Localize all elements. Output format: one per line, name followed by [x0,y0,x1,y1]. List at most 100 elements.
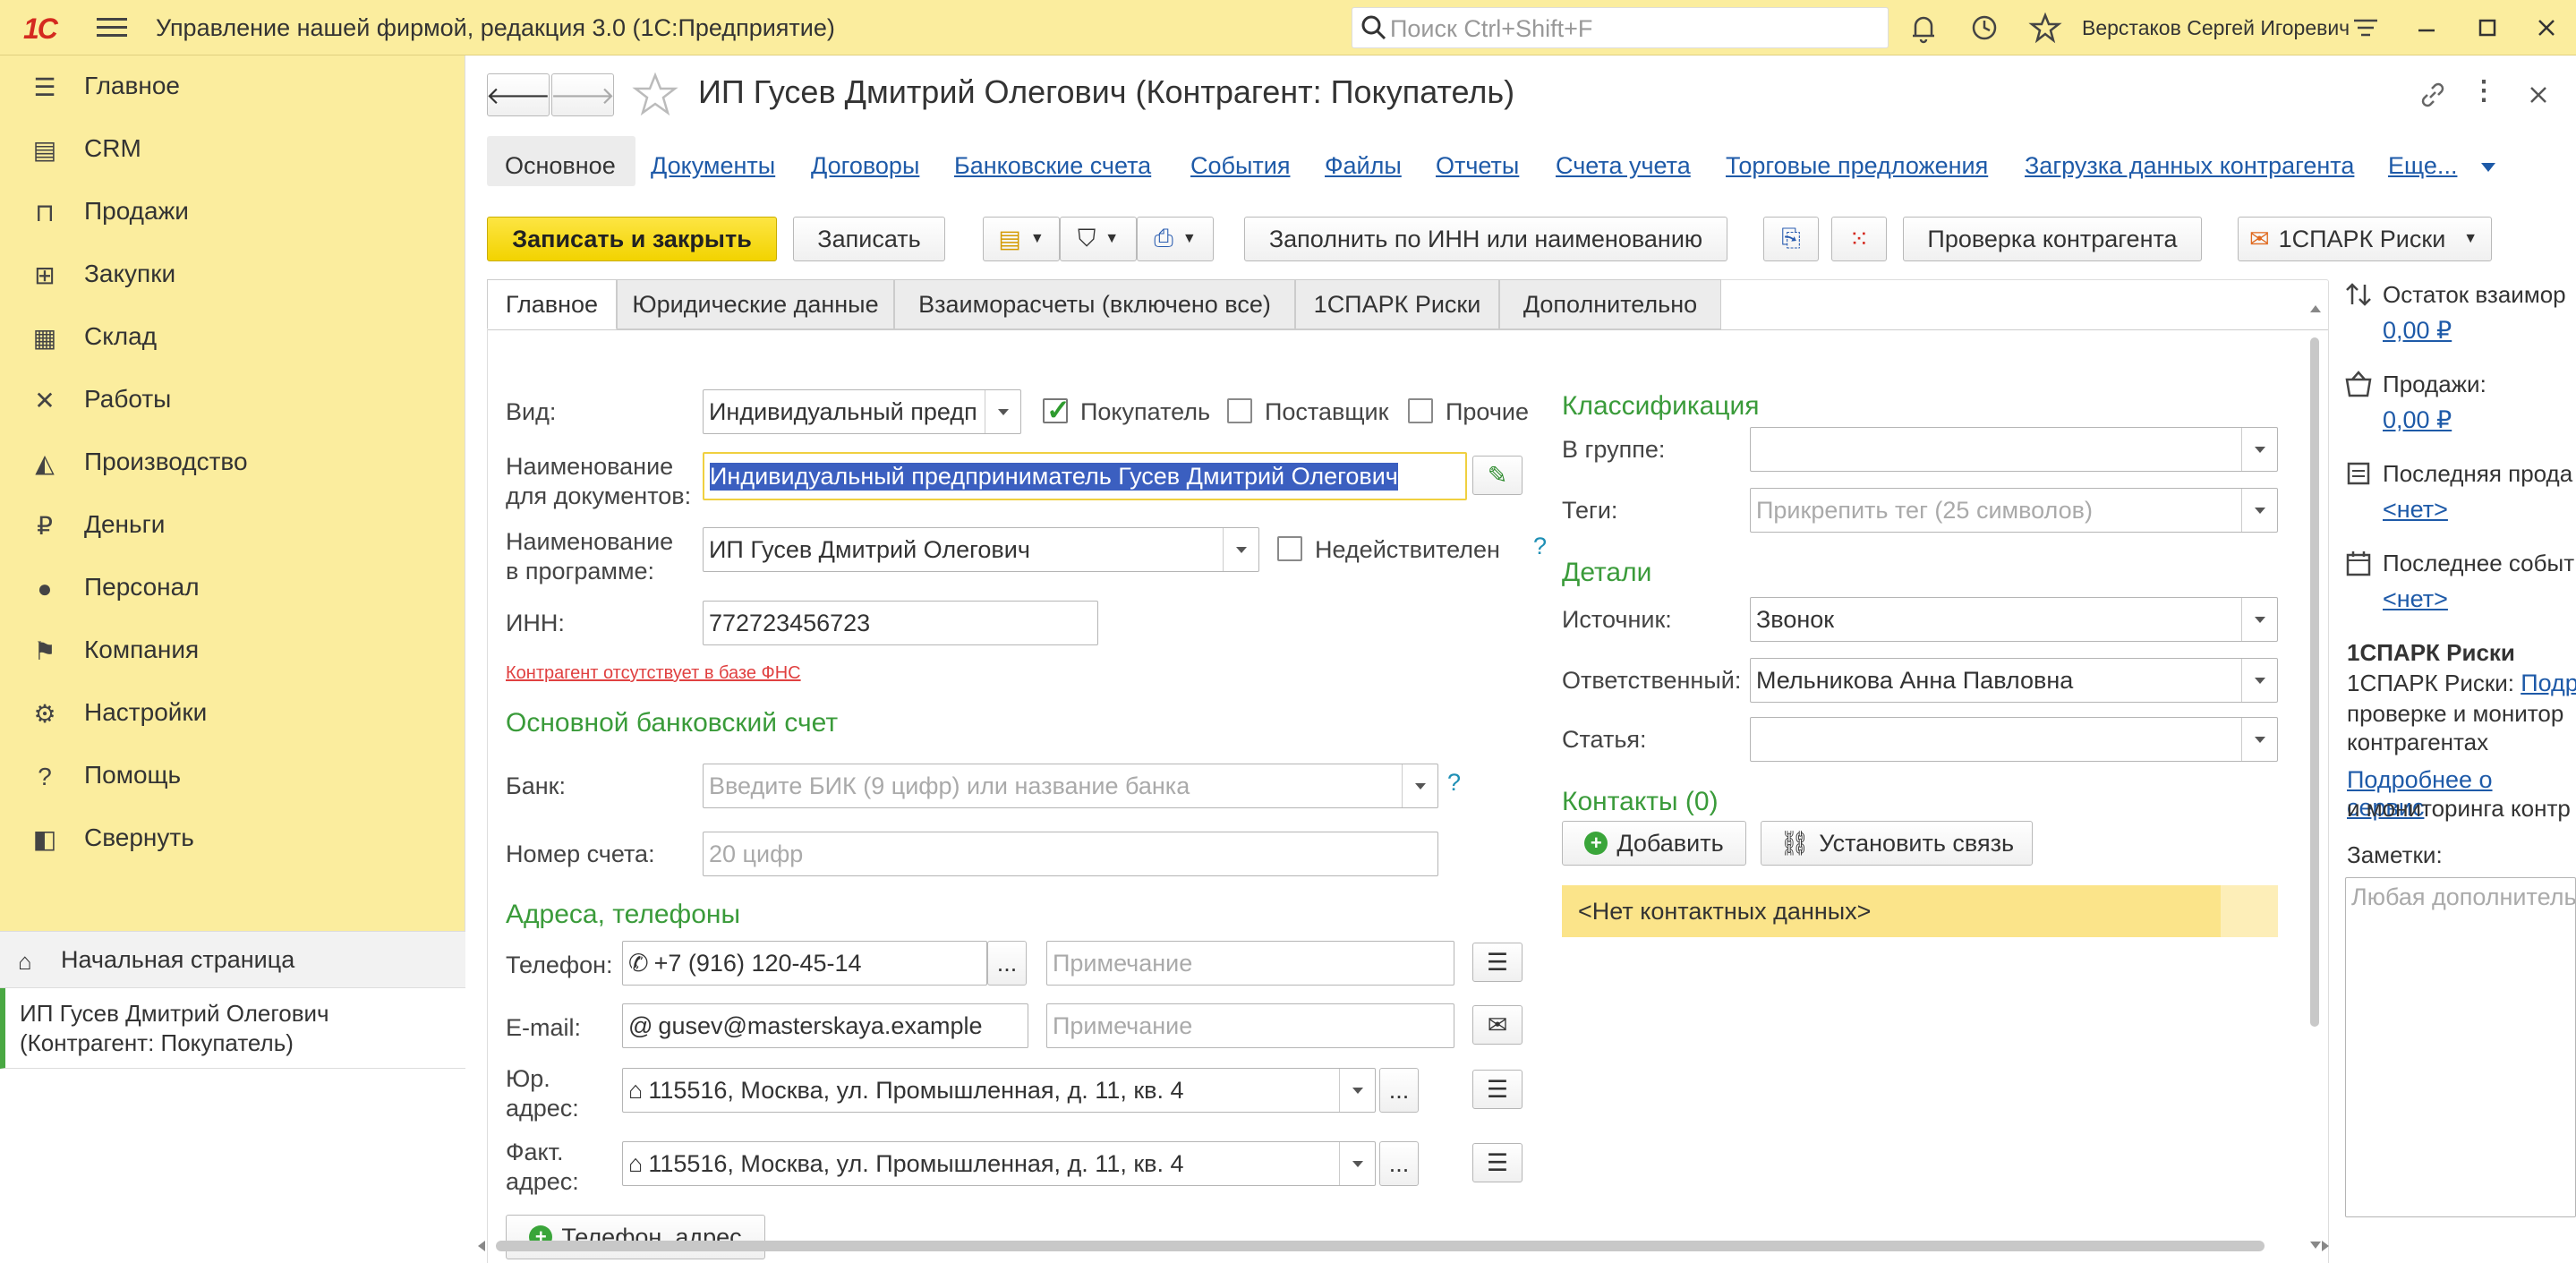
search-input[interactable]: Поиск Ctrl+Shift+F [1352,7,1889,48]
bank-select[interactable]: Введите БИК (9 цифр) или название банка [703,764,1438,808]
minimize-icon[interactable] [2410,11,2444,45]
current-page-link[interactable]: ИП Гусев Дмитрий Олегович (Контрагент: По… [0,988,465,1069]
nav-tab-contracts[interactable]: Договоры [811,152,919,180]
close-form-icon[interactable] [2524,81,2553,109]
phone-note-input[interactable]: Примечание [1046,941,1454,986]
spark-dots-button[interactable]: ⁙ [1831,217,1887,261]
email-input[interactable]: @ gusev@masterskaya.example [622,1003,1028,1048]
sidebar-item-collapse[interactable]: ◧ Свернуть [0,807,465,870]
nav-tab-bank-accounts[interactable]: Банковские счета [954,152,1151,180]
user-name[interactable]: Верстаков Сергей Игоревич [2082,16,2350,40]
bank-help-icon[interactable]: ? [1447,769,1461,797]
nav-tab-documents[interactable]: Документы [651,152,775,180]
nav-tab-accounts[interactable]: Счета учета [1556,152,1691,180]
inn-input[interactable]: 772723456723 [703,601,1098,645]
chevron-down-icon[interactable] [1339,1069,1375,1112]
more-menu-icon[interactable]: ⋮ [2470,75,2497,107]
fill-by-inn-button[interactable]: Заполнить по ИНН или наименованию [1244,217,1727,261]
horizontal-scrollbar[interactable] [478,1235,2331,1257]
nav-tab-reports[interactable]: Отчеты [1436,152,1519,180]
maximize-icon[interactable] [2470,11,2504,45]
supplier-checkbox[interactable] [1227,398,1252,423]
settings-menu-icon[interactable] [2349,11,2383,45]
sidebar-item-personnel[interactable]: ● Персонал [0,557,465,619]
nav-tab-trade-offers[interactable]: Торговые предложения [1726,152,1988,180]
scroll-left-icon[interactable] [478,1241,485,1251]
legal-address-actions-button[interactable]: ☰ [1472,1070,1523,1109]
more-chevron-icon[interactable] [2481,163,2495,172]
chevron-down-icon[interactable] [1223,528,1258,571]
tab-additional[interactable]: Дополнительно [1499,279,1721,329]
sidebar-item-settings[interactable]: ⚙ Настройки [0,682,465,745]
invalid-checkbox[interactable] [1277,536,1302,561]
fact-address-select[interactable]: ⌂ 115516, Москва, ул. Промышленная, д. 11… [622,1141,1376,1186]
vid-select[interactable]: Индивидуальный предп [703,389,1021,434]
forward-button[interactable]: 🡒 [550,73,615,116]
bell-icon[interactable] [1906,11,1941,45]
scroll-up-icon[interactable] [2310,305,2321,312]
back-button[interactable]: 🡐 [486,73,550,116]
chevron-down-icon[interactable] [1402,764,1437,807]
create-based-button[interactable]: ▤ ▼ [983,217,1060,261]
link-icon[interactable] [2415,77,2451,113]
responsible-select[interactable]: Мельникова Анна Павловна [1750,658,2278,703]
check-counterparty-button[interactable]: Проверка контрагента [1903,217,2202,261]
sidebar-item-works[interactable]: ✕ Работы [0,369,465,431]
spark-more-link[interactable]: Подр [2521,670,2576,696]
reconcile-button[interactable]: ⎘ [1763,217,1819,261]
tab-general[interactable]: Главное [487,279,617,329]
balance-value-link[interactable]: 0,00 ₽ [2383,317,2452,345]
invalid-help-icon[interactable]: ? [1533,533,1547,560]
chevron-down-icon[interactable] [2241,428,2277,471]
chevron-down-icon[interactable] [2241,489,2277,532]
progname-select[interactable]: ИП Гусев Дмитрий Олегович [703,527,1259,572]
sales-value-link[interactable]: 0,00 ₽ [2383,406,2452,434]
chevron-down-icon[interactable] [2241,659,2277,702]
phone-input[interactable]: ✆ +7 (916) 120-45-14 [622,941,987,986]
article-select[interactable] [1750,717,2278,762]
email-note-input[interactable]: Примечание [1046,1003,1454,1048]
last-event-link[interactable]: <нет> [2383,585,2448,613]
print-button[interactable]: ⎙ ▼ [1137,217,1214,261]
nav-tab-main[interactable]: Основное [505,152,616,180]
tab-spark[interactable]: 1СПАРК Риски [1295,279,1499,329]
fact-address-more-button[interactable]: ... [1379,1141,1419,1186]
other-checkbox[interactable] [1408,398,1433,423]
history-icon[interactable] [1967,11,2001,45]
sidebar-item-company[interactable]: ⚑ Компания [0,619,465,682]
sidebar-item-production[interactable]: ◭ Производство [0,431,465,494]
tab-legal[interactable]: Юридические данные [617,279,894,329]
home-page-link[interactable]: ⌂ Начальная страница [0,931,465,988]
tab-settlements[interactable]: Взаиморасчеты (включено все) [894,279,1295,329]
fns-warning-link[interactable]: Контрагент отсутствует в базе ФНС [506,663,801,684]
spark-risks-button[interactable]: ✉ 1СПАРК Риски ▼ [2238,217,2492,261]
buyer-checkbox[interactable]: ✓ [1043,394,1070,426]
scrollbar-thumb[interactable] [2310,337,2319,1027]
link-contact-button[interactable]: ⛓ Установить связь [1761,821,2033,866]
chevron-down-icon[interactable] [985,390,1020,433]
scroll-right-icon[interactable] [2322,1241,2329,1251]
docname-input[interactable]: Индивидуальный предприниматель Гусев Дми… [703,452,1467,500]
save-button[interactable]: Записать [793,217,945,261]
star-icon[interactable] [2028,11,2062,45]
add-contact-button[interactable]: + Добавить [1562,821,1746,866]
favorite-star-icon[interactable] [632,72,678,118]
legal-address-more-button[interactable]: ... [1379,1068,1419,1113]
source-select[interactable]: Звонок [1750,597,2278,642]
sidebar-item-main[interactable]: ☰ Главное [0,55,465,118]
chevron-down-icon[interactable] [2241,718,2277,761]
account-input[interactable]: 20 цифр [703,832,1438,876]
nav-tab-files[interactable]: Файлы [1325,152,1402,180]
nav-tab-data-load[interactable]: Загрузка данных контрагента [2025,152,2354,180]
sidebar-item-money[interactable]: ₽ Деньги [0,494,465,557]
nav-tab-more[interactable]: Еще... [2388,152,2457,180]
sidebar-item-crm[interactable]: ▤ CRM [0,118,465,181]
tags-select[interactable]: Прикрепить тег (25 символов) [1750,488,2278,533]
sidebar-item-sales[interactable]: ⊓ Продажи [0,181,465,243]
sidebar-item-purchases[interactable]: ⊞ Закупки [0,243,465,306]
chevron-down-icon[interactable] [1339,1142,1375,1185]
phone-actions-button[interactable]: ☰ [1472,943,1523,982]
edit-name-button[interactable]: ✎ [1472,456,1523,495]
close-window-icon[interactable] [2529,11,2563,45]
sidebar-item-warehouse[interactable]: ▦ Склад [0,306,465,369]
